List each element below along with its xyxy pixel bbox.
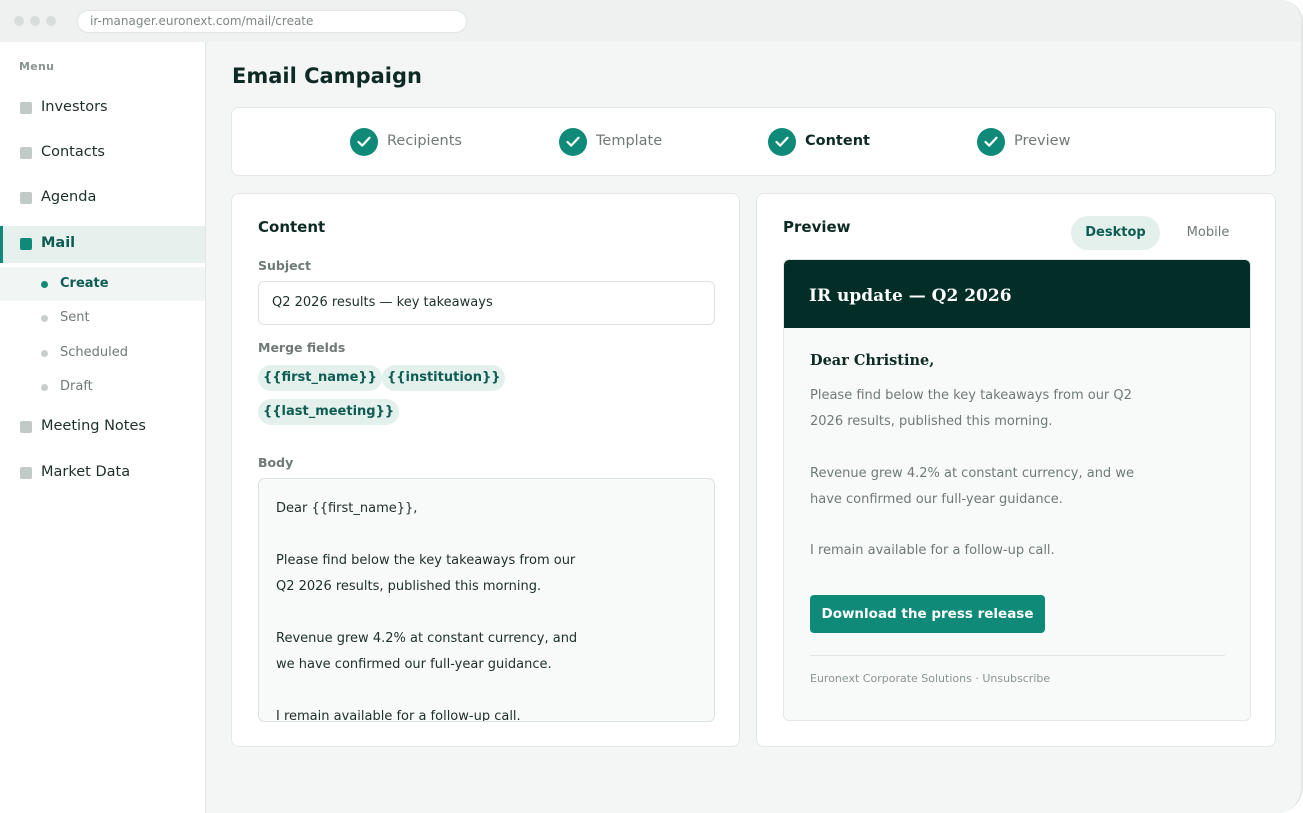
sidebar-item-label: Meeting Notes — [41, 418, 146, 434]
wizard-stepper: Recipients Template Content Preview — [231, 107, 1276, 176]
sidebar-item-label: Investors — [41, 99, 108, 115]
check-circle-icon — [768, 128, 796, 156]
square-icon — [20, 102, 32, 114]
square-icon — [20, 192, 32, 204]
divider — [810, 655, 1225, 656]
email-header: IR update — Q2 2026 — [784, 260, 1250, 328]
dot-icon — [41, 384, 48, 391]
email-body-line: 2026 results, published this morning. — [810, 414, 1053, 429]
window-control-dot[interactable] — [30, 16, 40, 26]
email-preview: IR update — Q2 2026 Dear Christine, Plea… — [783, 259, 1251, 721]
body-line: I remain available for a follow-up call. — [276, 709, 521, 722]
subject-label: Subject — [258, 258, 311, 273]
window-control-dot[interactable] — [14, 16, 24, 26]
body-line: Revenue grew 4.2% at constant currency, … — [276, 631, 578, 646]
merge-field-chip[interactable]: {{last_meeting}} — [258, 399, 400, 425]
sidebar-subitem-label: Scheduled — [60, 345, 128, 360]
content-panel: Content Subject Q2 2026 results — key ta… — [231, 193, 740, 747]
square-icon — [20, 238, 32, 250]
sidebar-item-mail[interactable]: Mail — [0, 226, 205, 263]
step-label: Template — [596, 133, 663, 149]
sidebar: Menu Investors Contacts Agenda Mail Crea… — [0, 42, 206, 813]
merge-fields-label: Merge fields — [258, 340, 346, 355]
menu-heading: Menu — [19, 60, 55, 73]
email-body-line: have confirmed our full-year guidance. — [810, 492, 1063, 507]
merge-field-chip[interactable]: {{institution}} — [382, 365, 506, 391]
sidebar-item-label: Mail — [41, 235, 76, 251]
dot-icon — [41, 350, 48, 357]
sidebar-subitem-draft[interactable]: Draft — [0, 370, 205, 404]
check-circle-icon — [350, 128, 378, 156]
preview-panel: Preview Desktop Mobile IR update — Q2 20… — [756, 193, 1276, 747]
email-footer: Euronext Corporate Solutions · Unsubscri… — [810, 672, 1051, 685]
sidebar-item-meeting-notes[interactable]: Meeting Notes — [0, 409, 205, 446]
sidebar-item-market-data[interactable]: Market Data — [0, 455, 205, 492]
sidebar-item-label: Contacts — [41, 144, 105, 160]
body-label: Body — [258, 455, 294, 470]
sidebar-item-label: Market Data — [41, 464, 131, 480]
sidebar-subitem-label: Create — [60, 276, 109, 291]
email-header-title: IR update — Q2 2026 — [809, 286, 1012, 306]
check-circle-icon — [559, 128, 587, 156]
body-line: Q2 2026 results, published this morning. — [276, 579, 542, 594]
sidebar-subitem-sent[interactable]: Sent — [0, 301, 205, 335]
merge-field-chip[interactable]: {{first_name}} — [258, 365, 382, 391]
subject-input[interactable]: Q2 2026 results — key takeaways — [258, 281, 715, 325]
sidebar-subitem-create[interactable]: Create — [0, 267, 205, 301]
step-label: Recipients — [387, 133, 462, 149]
sidebar-subitem-scheduled[interactable]: Scheduled — [0, 336, 205, 370]
sidebar-item-label: Agenda — [41, 189, 97, 205]
body-editor[interactable]: Dear {{first_name}}, Please find below t… — [258, 478, 715, 722]
app-window: ir-manager.euronext.com/mail/create Menu… — [0, 0, 1303, 813]
mobile-toggle[interactable]: Mobile — [1171, 216, 1245, 250]
content-panel-title: Content — [258, 218, 326, 236]
square-icon — [20, 147, 32, 159]
window-control-dot[interactable] — [46, 16, 56, 26]
address-bar[interactable]: ir-manager.euronext.com/mail/create — [77, 10, 467, 33]
browser-chrome: ir-manager.euronext.com/mail/create — [0, 0, 1301, 42]
page-title: Email Campaign — [232, 64, 422, 88]
body-line: Dear {{first_name}}, — [276, 501, 418, 516]
email-greeting: Dear Christine, — [810, 352, 935, 369]
sidebar-item-agenda[interactable]: Agenda — [0, 180, 205, 217]
sidebar-subitem-label: Draft — [60, 379, 93, 394]
sidebar-subitem-label: Sent — [60, 310, 90, 325]
body-line: we have confirmed our full-year guidance… — [276, 657, 552, 672]
email-body-line: Revenue grew 4.2% at constant currency, … — [810, 466, 1134, 481]
sidebar-item-contacts[interactable]: Contacts — [0, 135, 205, 172]
sidebar-item-investors[interactable]: Investors — [0, 90, 205, 127]
preview-panel-title: Preview — [783, 218, 851, 236]
email-body-line: Please find below the key takeaways from… — [810, 388, 1132, 403]
square-icon — [20, 467, 32, 479]
step-label: Content — [805, 133, 870, 149]
dot-icon — [41, 315, 48, 322]
desktop-toggle[interactable]: Desktop — [1071, 216, 1160, 250]
email-body-line: I remain available for a follow-up call. — [810, 543, 1055, 558]
body-line: Please find below the key takeaways from… — [276, 553, 576, 568]
download-press-release-button[interactable]: Download the press release — [810, 595, 1045, 633]
dot-icon — [41, 281, 48, 288]
square-icon — [20, 421, 32, 433]
step-label: Preview — [1014, 133, 1071, 149]
check-circle-icon — [977, 128, 1005, 156]
